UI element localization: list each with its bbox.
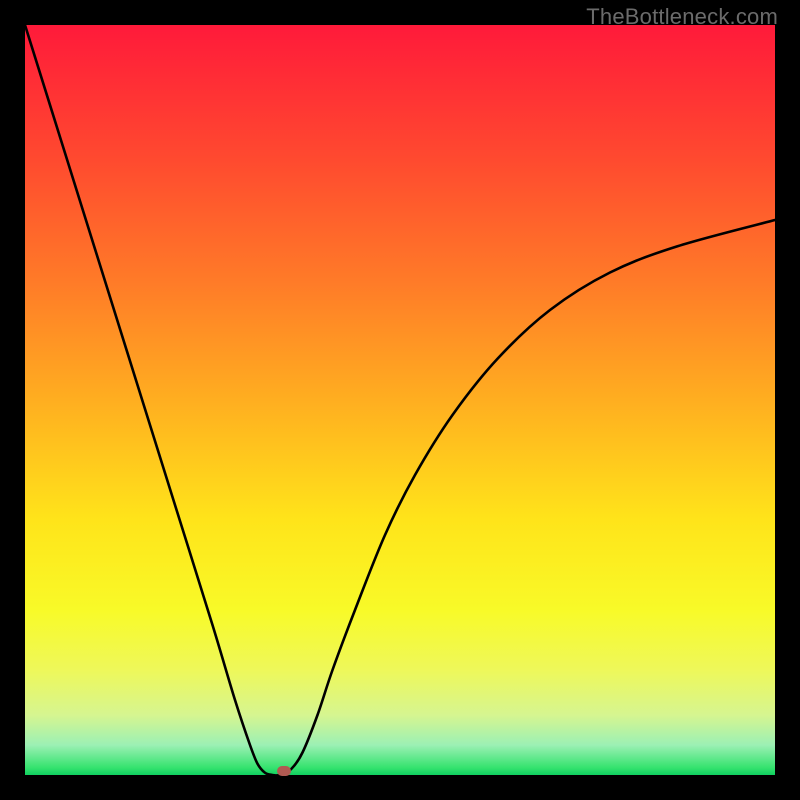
plot-area [25, 25, 775, 775]
optimum-marker [277, 766, 291, 776]
chart-frame: TheBottleneck.com [0, 0, 800, 800]
bottleneck-curve [25, 25, 775, 775]
